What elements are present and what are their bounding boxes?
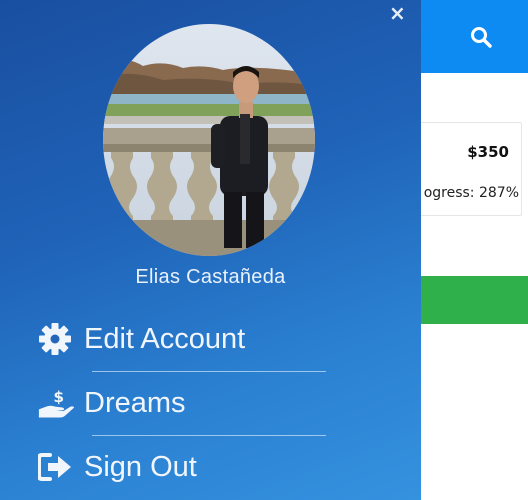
menu-item-dreams[interactable]: $ Dreams [38, 386, 186, 420]
menu-item-edit-account[interactable]: Edit Account [38, 322, 245, 356]
menu-item-label: Edit Account [84, 322, 246, 355]
menu-item-label: Dreams [84, 386, 186, 419]
search-button[interactable] [464, 20, 498, 54]
menu-item-label: Sign Out [84, 450, 197, 483]
svg-text:$: $ [53, 388, 64, 406]
divider [92, 371, 326, 372]
side-drawer: × Elias Castañeda Edit Account $ Dreams … [0, 0, 421, 500]
search-icon [471, 27, 492, 48]
dream-amount: $350 [467, 143, 509, 161]
menu-item-sign-out[interactable]: Sign Out [38, 450, 197, 484]
close-icon[interactable]: × [389, 3, 406, 23]
divider [92, 435, 326, 436]
hand-money-icon: $ [38, 386, 76, 420]
sign-out-icon [38, 450, 76, 484]
dream-progress: ogress: 287% [423, 185, 519, 201]
gear-icon [38, 322, 76, 356]
user-name: Elias Castañeda [135, 266, 286, 288]
avatar [103, 24, 315, 256]
